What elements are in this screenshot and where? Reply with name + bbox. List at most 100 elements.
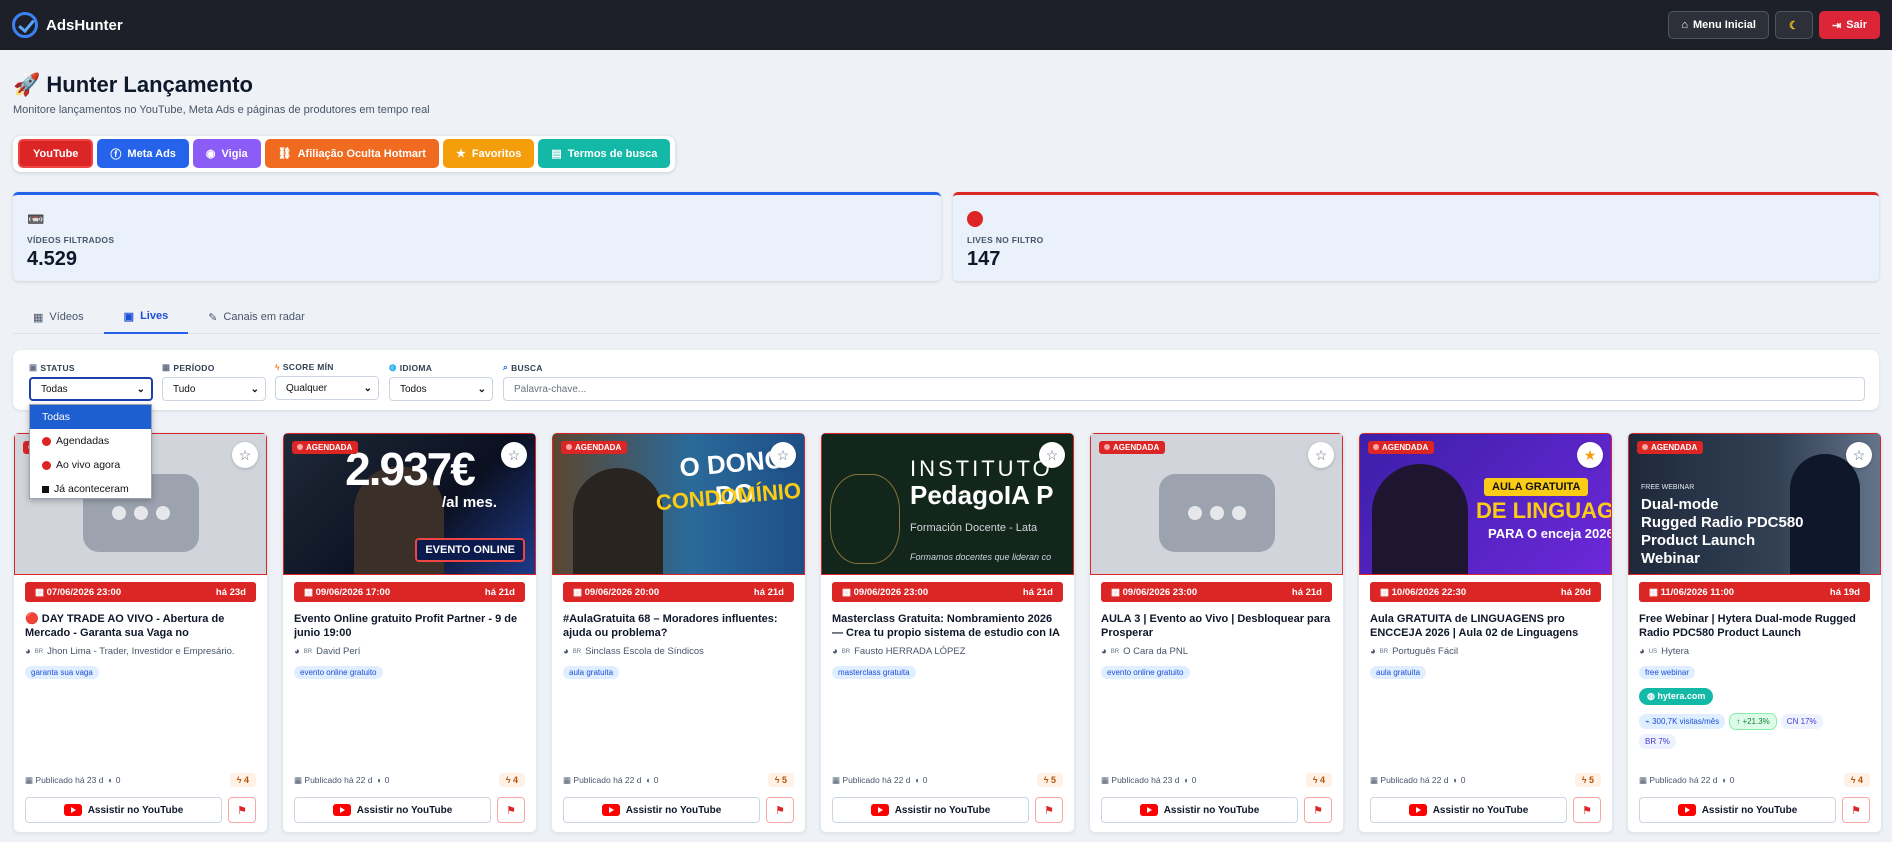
subtab-videos[interactable]: ▦ Vídeos (13, 300, 104, 334)
card-footer: ▦ Publicado há 22 d ◐ 0ϟ 5 (832, 773, 1063, 787)
idioma-select[interactable]: Todos ⌄ (389, 377, 493, 401)
eye-icon: ◐ (915, 774, 921, 785)
calendar-icon: ▦ (294, 774, 303, 785)
search-icon: ⌕ (503, 362, 509, 372)
flag-button[interactable]: ⚑ (1573, 797, 1601, 823)
tab-youtube[interactable]: YouTube (18, 139, 94, 168)
tab-meta-ads[interactable]: ⓕ Meta Ads (97, 139, 189, 168)
status-option-ja-aconteceram[interactable]: Já aconteceram (30, 477, 151, 501)
favorite-star-icon[interactable]: ★ (1577, 442, 1603, 468)
subtab-canais-em-radar[interactable]: ✎ Canais em radar (188, 300, 325, 334)
live-card[interactable]: O DONO DO CONDOMÍNIO AGENDADA ☆ ▦ 09/06/… (551, 432, 806, 833)
channel-row: ◕ BR Sinclass Escola de Síndicos (563, 646, 704, 657)
theme-toggle-button[interactable]: ☾ (1774, 11, 1813, 39)
watch-youtube-button[interactable]: Assistir no YouTube (1370, 797, 1567, 823)
score-select[interactable]: Qualquer ⌄ (275, 376, 379, 400)
score-badge: ϟ 4 (498, 773, 525, 787)
brand-name: AdsHunter (46, 16, 123, 34)
eye-icon: ◉ (205, 148, 216, 160)
favorite-star-icon[interactable]: ☆ (232, 442, 258, 468)
video-thumbnail[interactable]: FREE WEBINAR Dual-mode Rugged Radio PDC58… (1628, 433, 1881, 575)
watch-youtube-button[interactable]: Assistir no YouTube (294, 797, 491, 823)
video-thumbnail[interactable]: O DONO DO CONDOMÍNIO AGENDADA ☆ (552, 433, 805, 575)
favorite-star-icon[interactable]: ☆ (501, 442, 527, 468)
status-badge: AGENDADA (561, 441, 628, 454)
brand[interactable]: AdsHunter (12, 12, 123, 38)
site-metrics: ◍ hytera.com ⌁ 300,7K visitas/mês ↑ +21.… (1639, 686, 1870, 749)
youtube-icon (1139, 804, 1158, 816)
status-option-ao-vivo[interactable]: Ao vivo agora (30, 453, 151, 477)
youtube-icon (1677, 804, 1696, 816)
video-title[interactable]: Evento Online gratuito Profit Partner - … (294, 612, 525, 640)
flag-button[interactable]: ⚑ (1035, 797, 1063, 823)
growth-chip: ↑ +21.3% (1729, 713, 1777, 730)
flag-button[interactable]: ⚑ (228, 797, 256, 823)
card-footer: ▦ Publicado há 23 d ◐ 0ϟ 4 (25, 773, 256, 787)
video-title[interactable]: Free Webinar | Hytera Dual-mode Rugged R… (1639, 612, 1870, 640)
video-title[interactable]: 🔴 DAY TRADE AO VIVO - Abertura de Mercad… (25, 612, 256, 640)
flag-button[interactable]: ⚑ (497, 797, 525, 823)
live-card[interactable]: FREE WEBINAR Dual-mode Rugged Radio PDC58… (1627, 432, 1882, 833)
video-title[interactable]: #AulaGratuita 68 – Moradores influentes:… (563, 612, 794, 640)
chart-icon: ⌁ (1645, 717, 1650, 726)
flag-icon: ⚑ (775, 804, 785, 817)
live-card[interactable]: AULA GRATUITA DE LINGUAGENS PARA O encej… (1358, 432, 1613, 833)
page-title: 🚀 Hunter Lançamento (13, 72, 253, 97)
arrow-up-icon: ↑ (1736, 717, 1741, 726)
flag-button[interactable]: ⚑ (1304, 797, 1332, 823)
logout-button[interactable]: ⇥ Sair (1818, 11, 1880, 39)
periodo-select[interactable]: Tudo ⌄ (162, 377, 266, 401)
tab-favoritos[interactable]: ★ Favoritos (442, 139, 535, 168)
favorite-star-icon[interactable]: ☆ (1308, 442, 1334, 468)
channel-row: ◕ US Hytera (1639, 646, 1690, 657)
video-title[interactable]: AULA 3 | Evento ao Vivo | Desbloquear pa… (1101, 612, 1332, 640)
person-silhouette (1372, 464, 1468, 574)
domain-badge[interactable]: ◍ hytera.com (1639, 688, 1714, 705)
watch-youtube-button[interactable]: Assistir no YouTube (25, 797, 222, 823)
live-icon: ▣ (29, 362, 38, 372)
status-option-todas[interactable]: Todas (30, 405, 151, 429)
status-select[interactable]: Todas ⌄ (29, 377, 153, 401)
favorite-star-icon[interactable]: ☆ (1846, 442, 1872, 468)
flag-button[interactable]: ⚑ (766, 797, 794, 823)
watch-youtube-button[interactable]: Assistir no YouTube (1101, 797, 1298, 823)
tab-vigia[interactable]: ◉ Vigia (192, 139, 261, 168)
menu-inicial-button[interactable]: ⌂ Menu Inicial (1668, 11, 1769, 39)
keyword-tag: evento online gratuito (294, 666, 383, 679)
watch-youtube-button[interactable]: Assistir no YouTube (832, 797, 1029, 823)
video-thumbnail[interactable]: AULA GRATUITA DE LINGUAGENS PARA O encej… (1359, 433, 1612, 575)
favorite-star-icon[interactable]: ☆ (1039, 442, 1065, 468)
calendar-icon: ▦ (1370, 774, 1379, 785)
score-badge: ϟ 4 (1843, 773, 1870, 787)
keyword-tag: evento online gratuito (1101, 666, 1190, 679)
watch-youtube-button[interactable]: Assistir no YouTube (563, 797, 760, 823)
subtab-lives[interactable]: ▣ Lives (103, 300, 189, 334)
radar-icon: ✎ (208, 311, 218, 324)
live-card[interactable]: 2.937€ /al mes. EVENTO ONLINE AGENDADA ☆… (282, 432, 537, 833)
card-footer: ▦ Publicado há 22 d ◐ 0ϟ 5 (563, 773, 794, 787)
status-option-agendadas[interactable]: Agendadas (30, 429, 151, 453)
video-thumbnail[interactable]: 2.937€ /al mes. EVENTO ONLINE AGENDADA ☆ (283, 433, 536, 575)
video-title[interactable]: Aula GRATUITA de LINGUAGENS pro ENCCEJA … (1370, 612, 1601, 640)
star-icon: ★ (455, 148, 466, 160)
eye-icon: ◐ (1453, 774, 1459, 785)
user-icon: ◕ (563, 646, 569, 657)
live-card[interactable]: INSTITUTO PedagoIA P Formación Docente -… (820, 432, 1075, 833)
map-outline (830, 474, 900, 564)
bolt-icon: ϟ (1312, 775, 1318, 785)
tab-termos-de-busca[interactable]: ▤ Termos de busca (538, 139, 671, 168)
video-thumbnail[interactable]: INSTITUTO PedagoIA P Formación Docente -… (821, 433, 1074, 575)
globe-icon: ◍ (1647, 691, 1655, 701)
tab-afiliacao-oculta-hotmart[interactable]: ⛓ Afiliação Oculta Hotmart (264, 139, 439, 168)
search-input[interactable]: Palavra-chave... (503, 377, 1865, 401)
date-bar: ▦ 09/06/2026 20:00 há 21d (563, 582, 794, 602)
flag-button[interactable]: ⚑ (1842, 797, 1870, 823)
channel-row: ◕ BR O Cara da PNL (1101, 646, 1189, 657)
favorite-star-icon[interactable]: ☆ (770, 442, 796, 468)
video-title[interactable]: Masterclass Gratuita: Nombramiento 2026 … (832, 612, 1063, 640)
video-thumbnail[interactable]: AGENDADA ☆ (1090, 433, 1343, 575)
watch-youtube-button[interactable]: Assistir no YouTube (1639, 797, 1836, 823)
live-card[interactable]: AGENDADA ☆ ▦ 09/06/2026 23:00 há 21d AULA… (1089, 432, 1344, 833)
tv-icon: 📼 (27, 211, 45, 227)
channel-row: ◕ BR Fausto HERRADA LÓPEZ (832, 646, 966, 657)
